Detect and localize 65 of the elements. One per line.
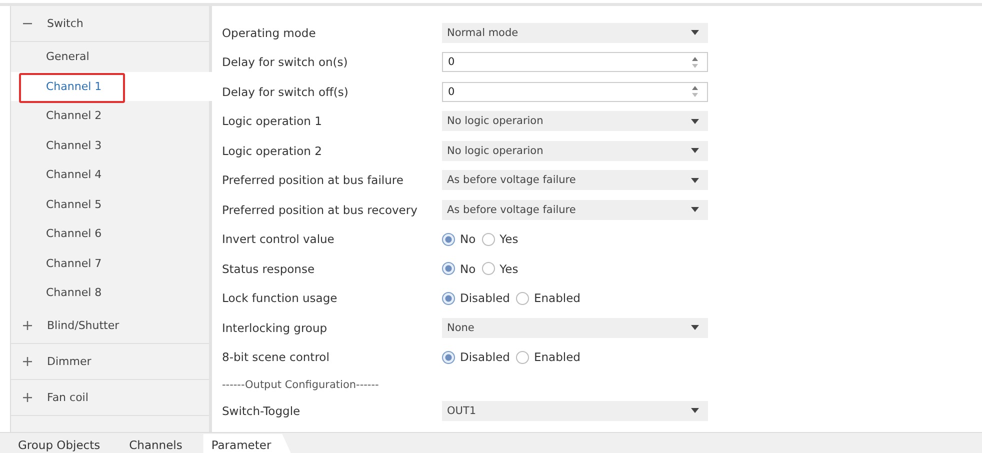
parameter-label: Logic operation 2 — [222, 144, 323, 158]
dropdown-arrow-icon — [691, 408, 699, 414]
radio-button[interactable] — [442, 292, 455, 305]
radio-button[interactable] — [482, 232, 495, 246]
parameter-label: Switch-Toggle — [222, 404, 302, 418]
dropdown-arrow-icon — [691, 178, 699, 183]
sidebar-item[interactable]: Channel 5 — [11, 190, 209, 219]
radio-option[interactable]: No — [442, 262, 476, 276]
parameter-label: Interlocking group — [222, 320, 328, 335]
spinner-icon[interactable] — [692, 86, 698, 98]
dropdown[interactable]: No logic operarion — [442, 140, 708, 161]
group-header[interactable]: Switch — [11, 6, 209, 42]
radio-option[interactable]: Yes — [482, 262, 518, 276]
radio-option[interactable]: Enabled — [516, 291, 580, 306]
dropdown-arrow-icon — [691, 148, 699, 154]
dropdown[interactable]: OUT1 — [442, 400, 708, 421]
group-header[interactable]: Dimmer — [11, 344, 209, 380]
parameter-label: Invert control value — [222, 232, 336, 246]
parameter-label: Status response — [222, 262, 316, 276]
parameter-label: Preferred position at bus failure — [222, 173, 404, 188]
radio-option[interactable]: Yes — [482, 232, 518, 246]
radio-button[interactable] — [516, 350, 529, 364]
sidebar-item[interactable]: Channel 4 — [11, 160, 209, 190]
parameter-label: Operating mode — [222, 26, 317, 40]
sidebar-item[interactable]: Channel 7 — [11, 248, 209, 278]
radio-button[interactable] — [516, 292, 529, 305]
sidebar-item[interactable]: Channel 1 — [11, 72, 212, 101]
group-header[interactable]: Fan coil — [11, 380, 209, 416]
radio-button[interactable] — [482, 262, 495, 276]
expand-icon — [23, 320, 32, 330]
parameter-label: Lock function usage — [222, 291, 338, 306]
radio-option[interactable]: Disabled — [442, 350, 510, 364]
dropdown[interactable]: None — [442, 318, 708, 338]
sidebar-item[interactable]: Channel 3 — [11, 130, 209, 160]
radio-option[interactable]: No — [442, 232, 476, 246]
parameter-label: 8-bit scene control — [222, 350, 330, 364]
parameter-label: Preferred position at bus recovery — [222, 202, 418, 217]
sidebar-item[interactable]: Channel 6 — [11, 219, 209, 248]
parameter-label: Delay for switch off(s) — [222, 84, 350, 99]
dropdown[interactable]: No logic operarion — [442, 111, 708, 132]
radio-option[interactable]: Disabled — [442, 291, 510, 306]
group-header[interactable]: Blind/Shutter — [11, 308, 209, 344]
dropdown-arrow-icon — [691, 30, 699, 36]
radio-button[interactable] — [442, 262, 455, 276]
dropdown[interactable]: Normal mode — [442, 22, 708, 43]
sidebar-item[interactable]: Channel 2 — [11, 101, 209, 130]
sidebar-item[interactable]: General — [11, 42, 209, 72]
dropdown[interactable]: As before voltage failure — [442, 170, 708, 190]
radio-option[interactable]: Enabled — [516, 350, 580, 364]
expand-icon — [23, 392, 32, 402]
dropdown-arrow-icon — [691, 118, 699, 124]
number-field[interactable]: 0 — [442, 52, 708, 72]
parameter-label: Delay for switch on(s) — [222, 55, 349, 70]
sidebar-item[interactable]: Channel 8 — [11, 278, 209, 308]
dropdown-arrow-icon — [691, 207, 699, 212]
radio-button[interactable] — [442, 232, 455, 246]
radio-button[interactable] — [442, 350, 455, 364]
section-heading: ------Output Configuration------ — [222, 379, 380, 391]
expand-icon — [23, 356, 32, 366]
number-field[interactable]: 0 — [442, 82, 708, 102]
dropdown-arrow-icon — [691, 325, 699, 330]
tab[interactable]: Parameter — [203, 434, 292, 453]
parameter-label: Logic operation 1 — [222, 114, 323, 128]
dropdown[interactable]: As before voltage failure — [442, 200, 708, 220]
spinner-icon[interactable] — [692, 56, 698, 68]
